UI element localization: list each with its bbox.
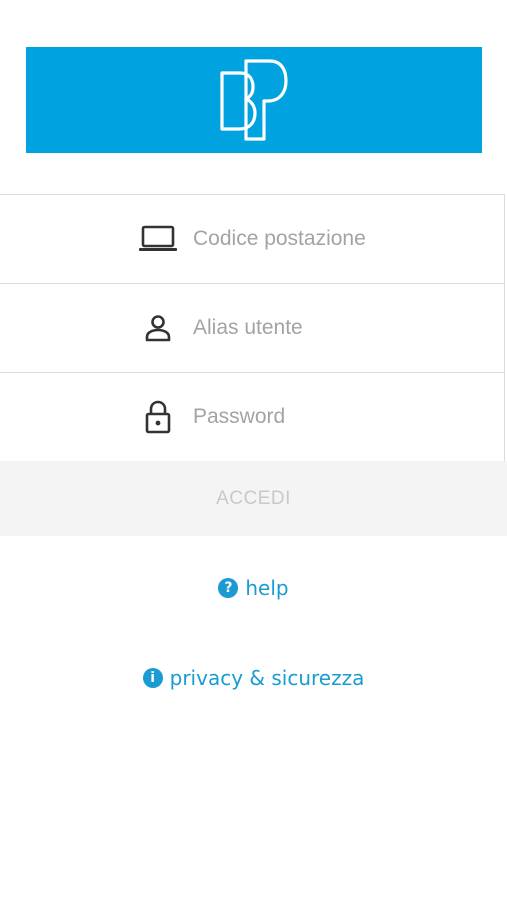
password-input[interactable] <box>193 373 483 461</box>
privacy-link-label: privacy & sicurezza <box>169 666 365 690</box>
workstation-code-input[interactable] <box>193 195 483 283</box>
help-link[interactable]: ? help <box>0 574 507 602</box>
user-icon <box>138 311 178 345</box>
help-link-label: help <box>245 576 289 600</box>
privacy-security-link[interactable]: i privacy & sicurezza <box>0 664 507 692</box>
password-field-row <box>0 373 504 462</box>
lock-icon <box>138 400 178 434</box>
question-circle-icon: ? <box>218 578 239 598</box>
logo-banner <box>26 47 482 153</box>
laptop-icon <box>138 222 178 256</box>
login-button[interactable]: ACCEDI <box>0 461 507 536</box>
bp-logo-icon <box>220 59 288 141</box>
login-form <box>0 194 505 462</box>
alias-field-row <box>0 284 504 373</box>
user-alias-input[interactable] <box>193 284 483 372</box>
info-circle-icon: i <box>142 668 163 688</box>
workstation-field-row <box>0 195 504 284</box>
